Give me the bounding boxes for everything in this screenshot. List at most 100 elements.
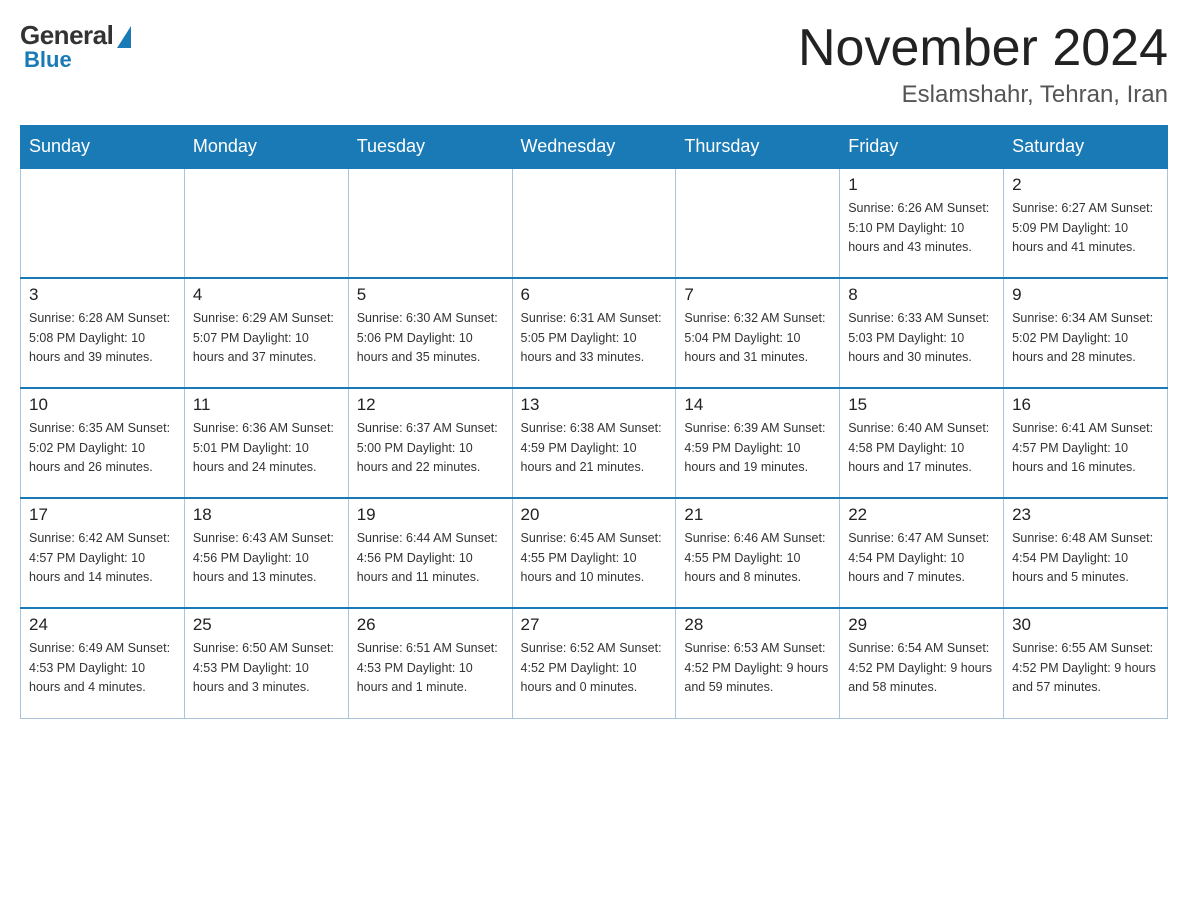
calendar-cell: 28 Sunrise: 6:53 AM Sunset: 4:52 PM Dayli… — [676, 608, 840, 718]
day-info: Sunrise: 6:54 AM Sunset: 4:52 PM Dayligh… — [848, 639, 995, 697]
day-number: 28 — [684, 615, 831, 635]
day-number: 6 — [521, 285, 668, 305]
day-info: Sunrise: 6:33 AM Sunset: 5:03 PM Dayligh… — [848, 309, 995, 367]
weekday-header-monday: Monday — [184, 126, 348, 169]
day-info: Sunrise: 6:32 AM Sunset: 5:04 PM Dayligh… — [684, 309, 831, 367]
page-header: General Blue November 2024 Eslamshahr, T… — [20, 20, 1168, 109]
day-info: Sunrise: 6:34 AM Sunset: 5:02 PM Dayligh… — [1012, 309, 1159, 367]
calendar-cell: 7 Sunrise: 6:32 AM Sunset: 5:04 PM Daylig… — [676, 278, 840, 388]
day-number: 9 — [1012, 285, 1159, 305]
calendar-cell: 12 Sunrise: 6:37 AM Sunset: 5:00 PM Dayli… — [348, 388, 512, 498]
calendar-cell: 15Sunrise: 6:40 AM Sunset: 4:58 PM Dayli… — [840, 388, 1004, 498]
day-number: 10 — [29, 395, 176, 415]
calendar-cell: 26 Sunrise: 6:51 AM Sunset: 4:53 PM Dayli… — [348, 608, 512, 718]
calendar-cell: 29 Sunrise: 6:54 AM Sunset: 4:52 PM Dayli… — [840, 608, 1004, 718]
day-number: 26 — [357, 615, 504, 635]
day-info: Sunrise: 6:49 AM Sunset: 4:53 PM Dayligh… — [29, 639, 176, 697]
calendar-cell: 16Sunrise: 6:41 AM Sunset: 4:57 PM Dayli… — [1004, 388, 1168, 498]
logo-triangle-icon — [117, 26, 131, 48]
calendar-week-row: 10 Sunrise: 6:35 AM Sunset: 5:02 PM Dayli… — [21, 388, 1168, 498]
day-info: Sunrise: 6:26 AM Sunset: 5:10 PM Dayligh… — [848, 199, 995, 257]
weekday-header-friday: Friday — [840, 126, 1004, 169]
calendar-cell: 3 Sunrise: 6:28 AM Sunset: 5:08 PM Daylig… — [21, 278, 185, 388]
day-info: Sunrise: 6:30 AM Sunset: 5:06 PM Dayligh… — [357, 309, 504, 367]
calendar-cell: 4 Sunrise: 6:29 AM Sunset: 5:07 PM Daylig… — [184, 278, 348, 388]
calendar-week-row: 17Sunrise: 6:42 AM Sunset: 4:57 PM Dayli… — [21, 498, 1168, 608]
day-number: 3 — [29, 285, 176, 305]
calendar-cell: 25Sunrise: 6:50 AM Sunset: 4:53 PM Dayli… — [184, 608, 348, 718]
day-info: Sunrise: 6:28 AM Sunset: 5:08 PM Dayligh… — [29, 309, 176, 367]
day-info: Sunrise: 6:39 AM Sunset: 4:59 PM Dayligh… — [684, 419, 831, 477]
weekday-header-thursday: Thursday — [676, 126, 840, 169]
weekday-header-saturday: Saturday — [1004, 126, 1168, 169]
calendar-cell: 2Sunrise: 6:27 AM Sunset: 5:09 PM Daylig… — [1004, 168, 1168, 278]
day-number: 29 — [848, 615, 995, 635]
day-number: 24 — [29, 615, 176, 635]
calendar-cell: 23Sunrise: 6:48 AM Sunset: 4:54 PM Dayli… — [1004, 498, 1168, 608]
day-info: Sunrise: 6:31 AM Sunset: 5:05 PM Dayligh… — [521, 309, 668, 367]
day-info: Sunrise: 6:48 AM Sunset: 4:54 PM Dayligh… — [1012, 529, 1159, 587]
day-number: 13 — [521, 395, 668, 415]
calendar-cell: 6 Sunrise: 6:31 AM Sunset: 5:05 PM Daylig… — [512, 278, 676, 388]
day-number: 1 — [848, 175, 995, 195]
calendar-header-row: SundayMondayTuesdayWednesdayThursdayFrid… — [21, 126, 1168, 169]
logo-blue-text: Blue — [24, 47, 72, 73]
day-info: Sunrise: 6:37 AM Sunset: 5:00 PM Dayligh… — [357, 419, 504, 477]
calendar-cell: 24 Sunrise: 6:49 AM Sunset: 4:53 PM Dayli… — [21, 608, 185, 718]
day-info: Sunrise: 6:53 AM Sunset: 4:52 PM Dayligh… — [684, 639, 831, 697]
calendar-cell: 22 Sunrise: 6:47 AM Sunset: 4:54 PM Dayli… — [840, 498, 1004, 608]
calendar-cell: 27 Sunrise: 6:52 AM Sunset: 4:52 PM Dayli… — [512, 608, 676, 718]
day-number: 30 — [1012, 615, 1159, 635]
month-title: November 2024 — [798, 20, 1168, 77]
day-info: Sunrise: 6:27 AM Sunset: 5:09 PM Dayligh… — [1012, 199, 1159, 257]
calendar-cell: 5 Sunrise: 6:30 AM Sunset: 5:06 PM Daylig… — [348, 278, 512, 388]
calendar-cell: 9 Sunrise: 6:34 AM Sunset: 5:02 PM Daylig… — [1004, 278, 1168, 388]
day-info: Sunrise: 6:41 AM Sunset: 4:57 PM Dayligh… — [1012, 419, 1159, 477]
day-number: 7 — [684, 285, 831, 305]
calendar-cell — [348, 168, 512, 278]
day-info: Sunrise: 6:35 AM Sunset: 5:02 PM Dayligh… — [29, 419, 176, 477]
day-info: Sunrise: 6:40 AM Sunset: 4:58 PM Dayligh… — [848, 419, 995, 477]
day-info: Sunrise: 6:51 AM Sunset: 4:53 PM Dayligh… — [357, 639, 504, 697]
day-number: 12 — [357, 395, 504, 415]
day-info: Sunrise: 6:36 AM Sunset: 5:01 PM Dayligh… — [193, 419, 340, 477]
day-number: 5 — [357, 285, 504, 305]
calendar-cell: 1 Sunrise: 6:26 AM Sunset: 5:10 PM Daylig… — [840, 168, 1004, 278]
day-info: Sunrise: 6:29 AM Sunset: 5:07 PM Dayligh… — [193, 309, 340, 367]
day-info: Sunrise: 6:52 AM Sunset: 4:52 PM Dayligh… — [521, 639, 668, 697]
day-number: 4 — [193, 285, 340, 305]
day-number: 22 — [848, 505, 995, 525]
calendar-cell — [184, 168, 348, 278]
calendar-cell: 17Sunrise: 6:42 AM Sunset: 4:57 PM Dayli… — [21, 498, 185, 608]
calendar-cell: 10 Sunrise: 6:35 AM Sunset: 5:02 PM Dayli… — [21, 388, 185, 498]
day-info: Sunrise: 6:44 AM Sunset: 4:56 PM Dayligh… — [357, 529, 504, 587]
day-info: Sunrise: 6:47 AM Sunset: 4:54 PM Dayligh… — [848, 529, 995, 587]
day-number: 18 — [193, 505, 340, 525]
day-number: 8 — [848, 285, 995, 305]
calendar-cell — [21, 168, 185, 278]
day-number: 14 — [684, 395, 831, 415]
calendar-cell: 21Sunrise: 6:46 AM Sunset: 4:55 PM Dayli… — [676, 498, 840, 608]
calendar-cell — [676, 168, 840, 278]
day-info: Sunrise: 6:45 AM Sunset: 4:55 PM Dayligh… — [521, 529, 668, 587]
day-info: Sunrise: 6:38 AM Sunset: 4:59 PM Dayligh… — [521, 419, 668, 477]
calendar-table: SundayMondayTuesdayWednesdayThursdayFrid… — [20, 125, 1168, 719]
calendar-cell: 30 Sunrise: 6:55 AM Sunset: 4:52 PM Dayli… — [1004, 608, 1168, 718]
calendar-cell: 13 Sunrise: 6:38 AM Sunset: 4:59 PM Dayli… — [512, 388, 676, 498]
calendar-cell: 11 Sunrise: 6:36 AM Sunset: 5:01 PM Dayli… — [184, 388, 348, 498]
calendar-cell: 14 Sunrise: 6:39 AM Sunset: 4:59 PM Dayli… — [676, 388, 840, 498]
day-number: 25 — [193, 615, 340, 635]
day-info: Sunrise: 6:46 AM Sunset: 4:55 PM Dayligh… — [684, 529, 831, 587]
day-info: Sunrise: 6:42 AM Sunset: 4:57 PM Dayligh… — [29, 529, 176, 587]
calendar-cell: 8 Sunrise: 6:33 AM Sunset: 5:03 PM Daylig… — [840, 278, 1004, 388]
calendar-cell: 18Sunrise: 6:43 AM Sunset: 4:56 PM Dayli… — [184, 498, 348, 608]
day-number: 20 — [521, 505, 668, 525]
day-number: 11 — [193, 395, 340, 415]
logo: General Blue — [20, 20, 131, 73]
day-info: Sunrise: 6:55 AM Sunset: 4:52 PM Dayligh… — [1012, 639, 1159, 697]
day-number: 27 — [521, 615, 668, 635]
calendar-cell: 20 Sunrise: 6:45 AM Sunset: 4:55 PM Dayli… — [512, 498, 676, 608]
weekday-header-wednesday: Wednesday — [512, 126, 676, 169]
calendar-week-row: 1 Sunrise: 6:26 AM Sunset: 5:10 PM Daylig… — [21, 168, 1168, 278]
calendar-week-row: 3 Sunrise: 6:28 AM Sunset: 5:08 PM Daylig… — [21, 278, 1168, 388]
